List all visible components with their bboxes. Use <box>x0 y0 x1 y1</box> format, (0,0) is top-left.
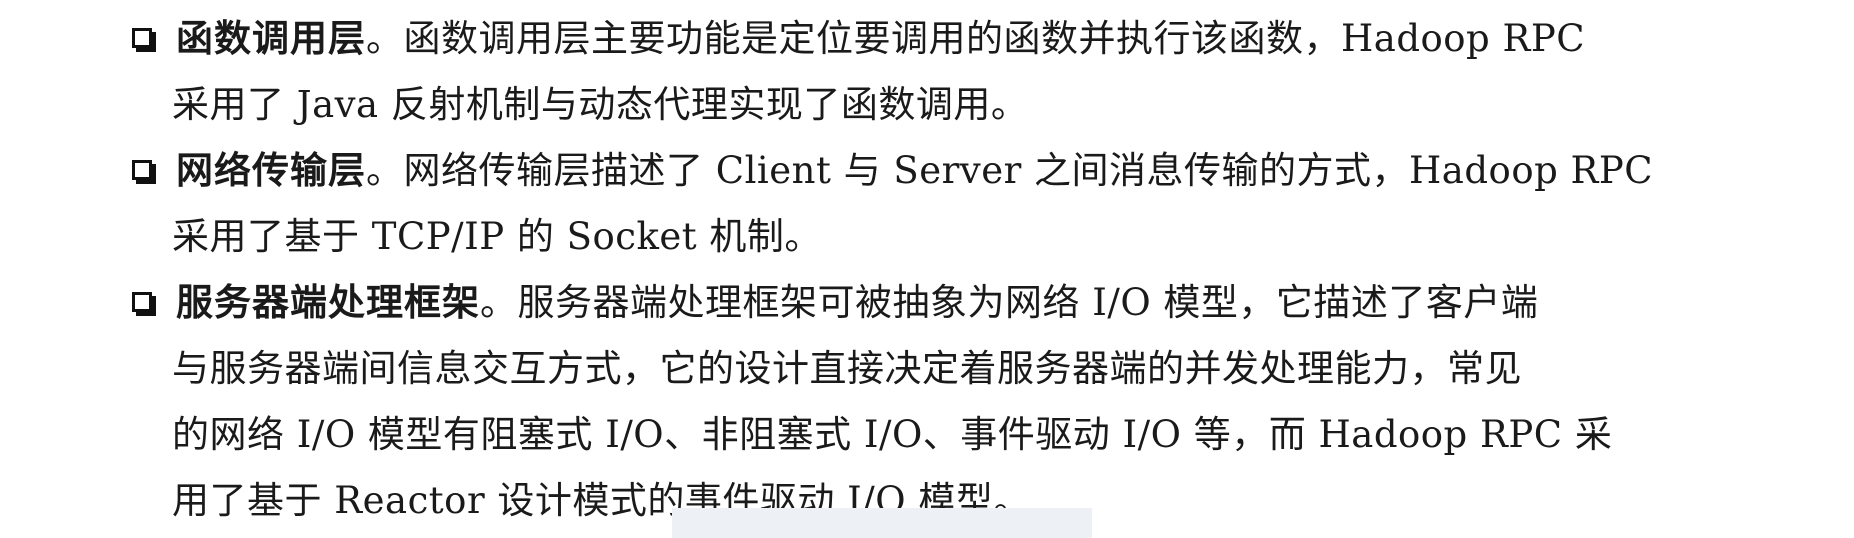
scan-shadow <box>672 508 1092 538</box>
bullet-item-server-processing-framework: 服务器端处理框架。服务器端处理框架可被抽象为网络 I/O 模型，它描述了客户端 … <box>128 270 1758 534</box>
bullet-text: 采用了 Java 反射机制与动态代理实现了函数调用。 <box>172 83 1029 126</box>
paragraph-line: 函数调用层。函数调用层主要功能是定位要调用的函数并执行该函数，Hadoop RP… <box>128 6 1758 72</box>
bullet-text: 。函数调用层主要功能是定位要调用的函数并执行该函数，Hadoop RPC <box>366 17 1586 60</box>
bullet-term: 网络传输层 <box>176 149 366 192</box>
bullet-term: 服务器端处理框架 <box>176 281 480 324</box>
document-page: 函数调用层。函数调用层主要功能是定位要调用的函数并执行该函数，Hadoop RP… <box>0 0 1854 538</box>
checkbox-bullet-icon <box>132 160 156 184</box>
paragraph-line: 与服务器端间信息交互方式，它的设计直接决定着服务器端的并发处理能力，常见 <box>128 336 1758 402</box>
bullet-text: 与服务器端间信息交互方式，它的设计直接决定着服务器端的并发处理能力，常见 <box>172 347 1522 390</box>
bullet-text: 采用了基于 TCP/IP 的 Socket 机制。 <box>172 215 822 258</box>
paragraph-line: 的网络 I/O 模型有阻塞式 I/O、非阻塞式 I/O、事件驱动 I/O 等，而… <box>128 402 1758 468</box>
paragraph-line: 采用了基于 TCP/IP 的 Socket 机制。 <box>128 204 1758 270</box>
paragraph-line: 网络传输层。网络传输层描述了 Client 与 Server 之间消息传输的方式… <box>128 138 1758 204</box>
bullet-item-function-call-layer: 函数调用层。函数调用层主要功能是定位要调用的函数并执行该函数，Hadoop RP… <box>128 6 1758 138</box>
checkbox-bullet-icon <box>132 28 156 52</box>
paragraph-line: 服务器端处理框架。服务器端处理框架可被抽象为网络 I/O 模型，它描述了客户端 <box>128 270 1758 336</box>
checkbox-bullet-icon <box>132 292 156 316</box>
paragraph-line: 采用了 Java 反射机制与动态代理实现了函数调用。 <box>128 72 1758 138</box>
bullet-term: 函数调用层 <box>176 17 366 60</box>
bullet-text: 。网络传输层描述了 Client 与 Server 之间消息传输的方式，Hado… <box>366 149 1654 192</box>
bullet-item-network-transport-layer: 网络传输层。网络传输层描述了 Client 与 Server 之间消息传输的方式… <box>128 138 1758 270</box>
bullet-text: 的网络 I/O 模型有阻塞式 I/O、非阻塞式 I/O、事件驱动 I/O 等，而… <box>172 413 1613 456</box>
bullet-text: 。服务器端处理框架可被抽象为网络 I/O 模型，它描述了客户端 <box>480 281 1539 324</box>
